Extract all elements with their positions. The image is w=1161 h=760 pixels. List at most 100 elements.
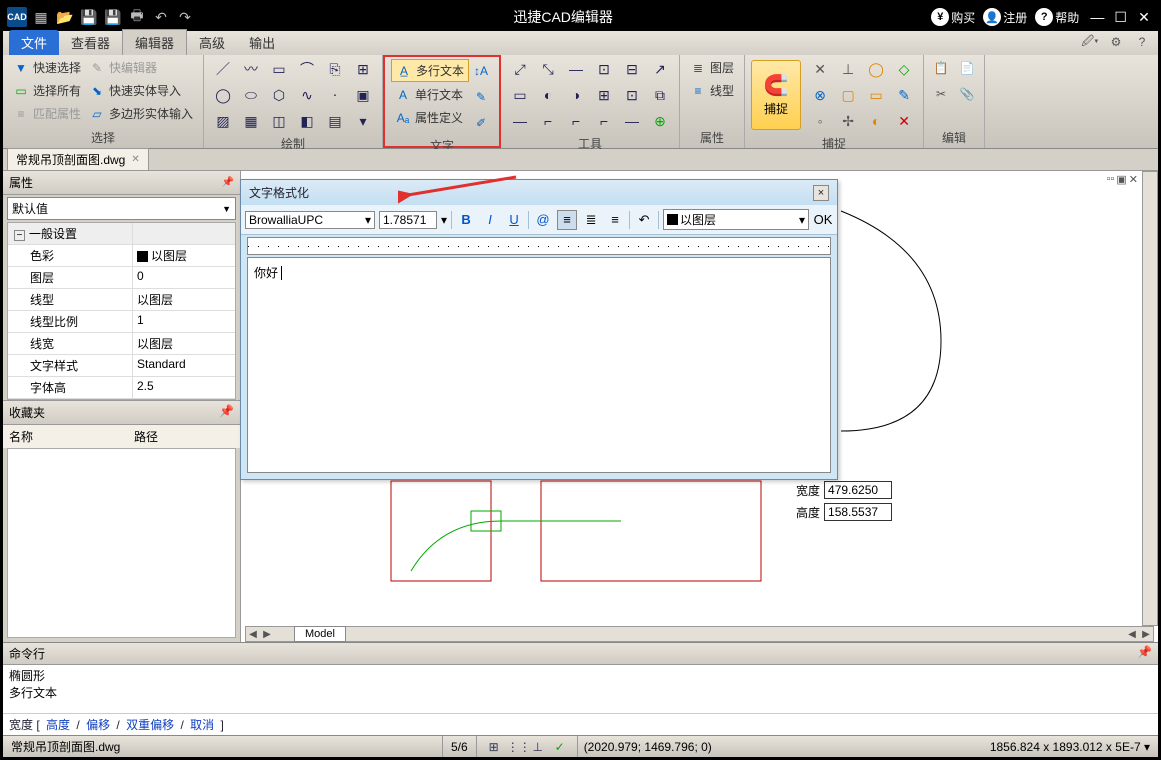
s9-icon[interactable]: ◦: [807, 109, 833, 133]
s6-icon[interactable]: ▢: [835, 83, 861, 107]
style-icon[interactable]: 🖉▾: [1080, 33, 1100, 51]
table-icon[interactable]: ▤: [322, 109, 348, 133]
pin-icon[interactable]: 📌: [219, 404, 234, 421]
boundary-icon[interactable]: ◫: [266, 109, 292, 133]
tab-close-icon[interactable]: ✕: [131, 154, 139, 165]
s2-icon[interactable]: ⊥: [835, 57, 861, 81]
t5-icon[interactable]: ⊟: [619, 57, 645, 81]
ltype-button[interactable]: ≡线型: [686, 80, 738, 101]
undo-icon[interactable]: ↶: [151, 7, 171, 27]
s10-icon[interactable]: ✢: [835, 109, 861, 133]
s7-icon[interactable]: ▭: [863, 83, 889, 107]
stext-button[interactable]: A单行文本: [391, 84, 469, 105]
paste-icon[interactable]: 📄: [956, 57, 978, 79]
snap-button[interactable]: 🧲 捕捉: [751, 60, 801, 130]
tab-advanced[interactable]: 高级: [187, 30, 237, 55]
zoom-chevron-icon[interactable]: ▾: [1144, 740, 1150, 754]
hatch-icon[interactable]: ▨: [210, 109, 236, 133]
underline-button[interactable]: U: [504, 210, 524, 230]
copy-icon[interactable]: ⎘: [322, 57, 348, 81]
array-icon[interactable]: ⊞: [350, 57, 376, 81]
tab-output[interactable]: 输出: [237, 30, 287, 55]
align-center-button[interactable]: ≣: [581, 210, 601, 230]
text-style-icon[interactable]: ↕A: [469, 59, 493, 83]
t10-icon[interactable]: ⊞: [591, 83, 617, 107]
t13-icon[interactable]: —: [507, 109, 533, 133]
t17-icon[interactable]: —: [619, 109, 645, 133]
help-ribbon-icon[interactable]: ?: [1132, 33, 1152, 51]
new-icon[interactable]: ▦: [31, 7, 51, 27]
polyline-icon[interactable]: 〰: [238, 57, 264, 81]
select-all[interactable]: ▭选择所有: [9, 80, 85, 101]
tab-prev-icon[interactable]: ◀: [246, 629, 260, 640]
t18-icon[interactable]: ⊕: [647, 109, 673, 133]
clip-icon[interactable]: 📎: [956, 83, 978, 105]
document-tab[interactable]: 常规吊顶剖面图.dwg ✕: [7, 148, 149, 171]
grid-toggle-icon[interactable]: ⋮⋮: [507, 740, 525, 754]
spline-icon[interactable]: ∿: [294, 83, 320, 107]
t11-icon[interactable]: ⊡: [619, 83, 645, 107]
italic-button[interactable]: I: [480, 210, 500, 230]
pin-icon[interactable]: 📌: [222, 177, 234, 188]
more-icon[interactable]: ▾: [350, 109, 376, 133]
t2-icon[interactable]: ⤡: [535, 57, 561, 81]
s4-icon[interactable]: ◇: [891, 57, 917, 81]
align-left-button[interactable]: ≡: [557, 210, 577, 230]
close-icon[interactable]: ✕: [1134, 9, 1154, 26]
t16-icon[interactable]: ⌐: [591, 109, 617, 133]
t14-icon[interactable]: ⌐: [535, 109, 561, 133]
cmd-opt[interactable]: 双重偏移: [126, 718, 174, 732]
pin-icon[interactable]: 📌: [1137, 645, 1152, 662]
ruler[interactable]: [247, 237, 831, 255]
polygon-icon[interactable]: ⬡: [266, 83, 292, 107]
arc-icon[interactable]: ⌒: [294, 57, 320, 81]
ellipse-icon[interactable]: ⬭: [238, 83, 264, 107]
t4-icon[interactable]: ⊡: [591, 57, 617, 81]
s8-icon[interactable]: ✎: [891, 83, 917, 107]
t1-icon[interactable]: ⤢: [507, 57, 533, 81]
size-input[interactable]: [379, 211, 437, 229]
layer-button[interactable]: ≣图层: [686, 57, 738, 78]
buy-button[interactable]: ¥购买: [931, 8, 975, 26]
chevron-down-icon[interactable]: ▾: [441, 213, 447, 227]
prop-row[interactable]: 字体高2.5: [8, 377, 235, 399]
t7-icon[interactable]: ▭: [507, 83, 533, 107]
t12-icon[interactable]: ⧉: [647, 83, 673, 107]
cmd-opt[interactable]: 高度: [46, 718, 70, 732]
print-icon[interactable]: 🖶: [127, 7, 147, 27]
solid-import[interactable]: ⬊快速实体导入: [85, 80, 197, 101]
cmd-opt[interactable]: 偏移: [86, 718, 110, 732]
width-input[interactable]: [824, 481, 892, 499]
dialog-titlebar[interactable]: 文字格式化 ×: [241, 180, 837, 205]
tab-editor[interactable]: 编辑器: [122, 29, 187, 55]
register-button[interactable]: 👤注册: [983, 8, 1027, 26]
point-icon[interactable]: ⋅: [322, 83, 348, 107]
s12-icon[interactable]: ✕: [891, 109, 917, 133]
s3-icon[interactable]: ◯: [863, 57, 889, 81]
mtext-button[interactable]: A̲多行文本: [391, 59, 469, 82]
undo-button[interactable]: ↶: [634, 210, 654, 230]
prop-row[interactable]: 线型比例1: [8, 311, 235, 333]
vscrollbar[interactable]: [1142, 171, 1158, 626]
region-icon[interactable]: ▦: [238, 109, 264, 133]
t15-icon[interactable]: ⌐: [563, 109, 589, 133]
save-icon[interactable]: 💾: [79, 7, 99, 27]
cut-icon[interactable]: ✂: [930, 83, 952, 105]
tab-viewer[interactable]: 查看器: [59, 30, 122, 55]
t8-icon[interactable]: ◐: [535, 83, 561, 107]
model-tab[interactable]: Model: [294, 626, 346, 642]
ortho-toggle-icon[interactable]: ⊥: [529, 740, 547, 754]
match-prop[interactable]: ≡匹配属性: [9, 103, 85, 124]
polar-toggle-icon[interactable]: ✓: [551, 740, 569, 754]
s5-icon[interactable]: ⊗: [807, 83, 833, 107]
tab-next-icon[interactable]: ▶: [260, 629, 274, 640]
rect-icon[interactable]: ▭: [266, 57, 292, 81]
help-button[interactable]: ?帮助: [1035, 8, 1079, 26]
t3-icon[interactable]: —: [563, 57, 589, 81]
layer-select[interactable]: 以图层 ▾: [663, 209, 809, 230]
poly-solid[interactable]: ▱多边形实体输入: [85, 103, 197, 124]
quick-select[interactable]: ▼快速选择: [9, 57, 85, 78]
height-input[interactable]: [824, 503, 892, 521]
maximize-icon[interactable]: ☐: [1111, 9, 1131, 26]
bold-button[interactable]: B: [456, 210, 476, 230]
